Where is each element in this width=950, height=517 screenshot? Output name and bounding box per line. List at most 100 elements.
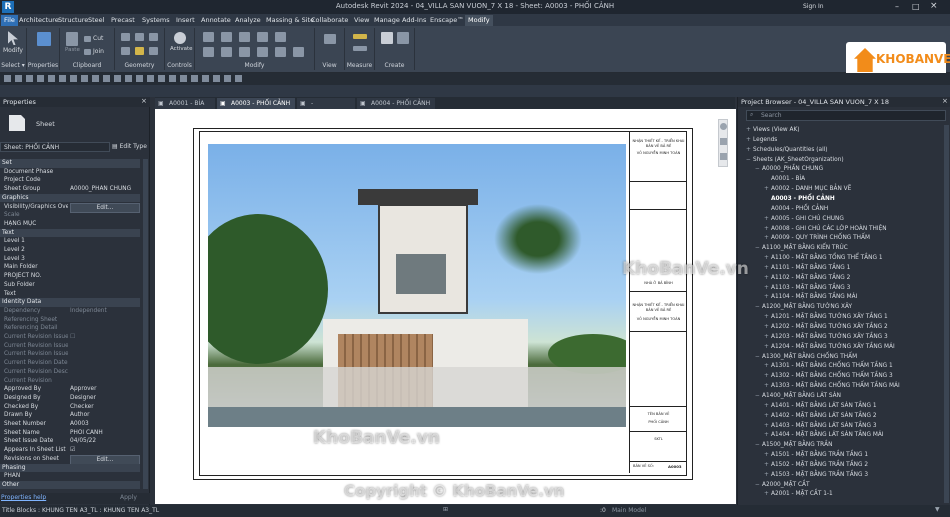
expand-icon[interactable]: + bbox=[764, 362, 771, 372]
browser-scrollbar[interactable] bbox=[944, 125, 949, 503]
apply-button[interactable]: Apply bbox=[120, 494, 137, 501]
menu-annotate[interactable]: Annotate bbox=[198, 15, 234, 26]
qat-tool-icon[interactable] bbox=[169, 75, 176, 82]
expand-icon[interactable]: + bbox=[764, 234, 771, 244]
browser-node[interactable]: + A0008 - GHI CHÚ CÁC LỚP HOÀN THIỆN bbox=[764, 225, 887, 235]
property-value[interactable]: Designer bbox=[70, 394, 140, 403]
browser-node[interactable]: + A1403 - MẶT BẰNG LÁT SÀN TẦNG 3 bbox=[764, 422, 877, 432]
property-value[interactable]: PHỐI CẢNH bbox=[70, 429, 140, 438]
split-face-icon[interactable] bbox=[121, 47, 130, 55]
browser-node[interactable]: + Legends bbox=[746, 136, 777, 146]
expand-icon[interactable]: + bbox=[764, 293, 771, 303]
menu-steel[interactable]: Steel bbox=[85, 15, 107, 26]
expand-icon[interactable]: + bbox=[764, 412, 771, 422]
browser-node[interactable]: + Views (View AK) bbox=[746, 126, 800, 136]
browser-node[interactable]: + A1401 - MẶT BẰNG LÁT SÀN TẦNG 1 bbox=[764, 402, 877, 412]
mirror-draw-icon[interactable] bbox=[257, 32, 268, 42]
browser-node[interactable]: − A2000_MẶT CẮT bbox=[755, 481, 810, 491]
property-value[interactable]: Author bbox=[70, 411, 140, 420]
properties-scrollbar[interactable] bbox=[143, 159, 148, 489]
activate-label[interactable]: Activate bbox=[170, 46, 193, 52]
expand-icon[interactable]: + bbox=[764, 461, 771, 471]
property-value[interactable]: A0000_PHẦN CHUNG bbox=[70, 185, 140, 194]
browser-node[interactable]: − Sheets (AK_SheetOrganization) bbox=[746, 156, 844, 166]
qat-tool-icon[interactable] bbox=[81, 75, 88, 82]
qat-tool-icon[interactable] bbox=[4, 75, 11, 82]
browser-node[interactable]: + A1202 - MẶT BẰNG TƯỜNG XÂY TẦNG 2 bbox=[764, 323, 888, 333]
panel-close-icon[interactable]: × bbox=[942, 97, 948, 105]
expand-icon[interactable]: + bbox=[764, 343, 771, 353]
edit-type-button[interactable]: ▤ Edit Type bbox=[112, 143, 147, 150]
collapse-icon[interactable]: − bbox=[746, 156, 753, 166]
expand-icon[interactable]: + bbox=[746, 126, 753, 136]
collapse-icon[interactable]: − bbox=[755, 353, 762, 363]
expand-icon[interactable]: + bbox=[764, 372, 771, 382]
qat-tool-icon[interactable] bbox=[202, 75, 209, 82]
qat-tool-icon[interactable] bbox=[103, 75, 110, 82]
join-label[interactable]: Join bbox=[93, 48, 104, 55]
browser-node[interactable]: − A1400_MẶT BẰNG LÁT SÀN bbox=[755, 392, 841, 402]
menu-enscape-[interactable]: Enscape™ bbox=[427, 15, 467, 26]
dimension-icon[interactable] bbox=[353, 46, 367, 51]
browser-node[interactable]: + A1103 - MẶT BẰNG TẦNG 3 bbox=[764, 284, 850, 294]
collapse-icon[interactable]: − bbox=[755, 244, 762, 254]
qat-tool-icon[interactable] bbox=[15, 75, 22, 82]
zoom-menu-icon[interactable] bbox=[720, 153, 727, 160]
browser-node[interactable]: − A1200_MẶT BẰNG TƯỜNG XÂY bbox=[755, 303, 852, 313]
qat-tool-icon[interactable] bbox=[92, 75, 99, 82]
activate-icon[interactable] bbox=[174, 32, 186, 44]
expand-icon[interactable]: + bbox=[764, 215, 771, 225]
menu-modify[interactable]: Modify bbox=[465, 15, 493, 26]
hide-icon[interactable] bbox=[324, 34, 336, 44]
property-value[interactable]: A0003 bbox=[70, 420, 140, 429]
qat-tool-icon[interactable] bbox=[147, 75, 154, 82]
qat-tool-icon[interactable] bbox=[70, 75, 77, 82]
select-group-label[interactable]: Select ▾ bbox=[0, 62, 26, 69]
expand-icon[interactable]: + bbox=[764, 323, 771, 333]
expand-icon[interactable]: + bbox=[764, 274, 771, 284]
browser-node[interactable]: + A1402 - MẶT BẰNG LÁT SÀN TẦNG 2 bbox=[764, 412, 877, 422]
menu-analyze[interactable]: Analyze bbox=[232, 15, 264, 26]
menu-systems[interactable]: Systems bbox=[139, 15, 173, 26]
browser-node[interactable]: + A1502 - MẶT BẰNG TRẦN TẦNG 2 bbox=[764, 461, 868, 471]
browser-node[interactable]: + Schedules/Quantities (all) bbox=[746, 146, 828, 156]
qat-tool-icon[interactable] bbox=[224, 75, 231, 82]
browser-node[interactable]: + A1204 - MẶT BẰNG TƯỜNG XÂY TẦNG MÁI bbox=[764, 343, 895, 353]
qat-tool-icon[interactable] bbox=[48, 75, 55, 82]
scale-icon[interactable] bbox=[293, 47, 304, 57]
expand-icon[interactable]: + bbox=[764, 422, 771, 432]
modify-arrow-icon[interactable] bbox=[8, 31, 18, 45]
qat-tool-icon[interactable] bbox=[213, 75, 220, 82]
expand-icon[interactable]: + bbox=[746, 146, 753, 156]
cut-label[interactable]: Cut bbox=[93, 35, 103, 42]
paint-icon[interactable] bbox=[135, 47, 144, 55]
cope-icon[interactable] bbox=[121, 33, 130, 41]
panel-close-icon[interactable]: × bbox=[141, 97, 147, 105]
menu-insert[interactable]: Insert bbox=[173, 15, 198, 26]
qat-tool-icon[interactable] bbox=[235, 75, 242, 82]
browser-node[interactable]: A0004 - PHỐI CẢNH bbox=[764, 205, 828, 215]
expand-icon[interactable]: + bbox=[764, 284, 771, 294]
offset-icon[interactable] bbox=[221, 32, 232, 42]
expand-icon[interactable]: + bbox=[764, 471, 771, 481]
browser-node[interactable]: + A0005 - GHI CHÚ CHUNG bbox=[764, 215, 844, 225]
qat-tool-icon[interactable] bbox=[136, 75, 143, 82]
browser-node[interactable]: + A1101 - MẶT BẰNG TẦNG 1 bbox=[764, 264, 850, 274]
expand-icon[interactable]: + bbox=[764, 185, 771, 195]
create-parts-icon[interactable] bbox=[397, 32, 409, 44]
browser-node[interactable]: + A0002 - DANH MỤC BẢN VẼ bbox=[764, 185, 851, 195]
create-assembly-icon[interactable] bbox=[381, 32, 393, 44]
collapse-icon[interactable]: − bbox=[755, 303, 762, 313]
expand-icon[interactable]: + bbox=[764, 313, 771, 323]
browser-node[interactable]: + A1201 - MẶT BẰNG TƯỜNG XÂY TẦNG 1 bbox=[764, 313, 888, 323]
expand-icon[interactable]: + bbox=[764, 225, 771, 235]
split-icon[interactable] bbox=[275, 32, 286, 42]
cut-geometry-icon[interactable] bbox=[135, 33, 144, 41]
browser-node[interactable]: − A1100_MẶT BẰNG KIẾN TRÚC bbox=[755, 244, 848, 254]
array-icon[interactable] bbox=[275, 47, 286, 57]
instance-selector[interactable]: Sheet: PHỐI CẢNH bbox=[0, 142, 110, 152]
properties-icon[interactable] bbox=[37, 32, 51, 46]
properties-help-link[interactable]: Properties help bbox=[1, 494, 46, 501]
view-tab[interactable]: ▣ A0003 - PHỐI CẢNH bbox=[217, 98, 295, 109]
browser-node[interactable]: A0003 - PHỐI CẢNH bbox=[764, 195, 835, 205]
